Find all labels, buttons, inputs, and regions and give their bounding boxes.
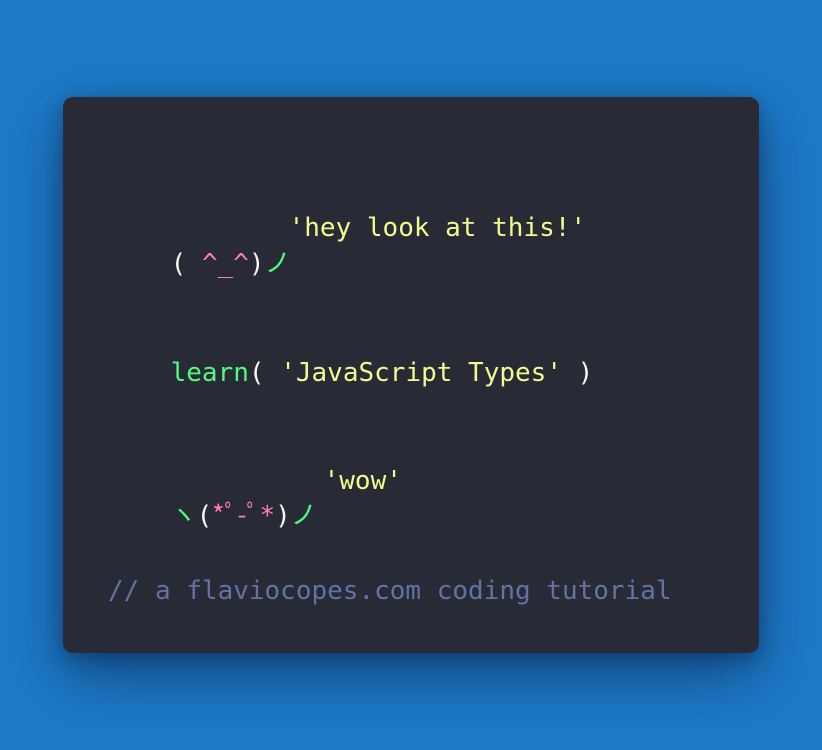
kaomoji-open-paren: ( (170, 249, 202, 279)
kaomoji-happy: ( ^_^)ノ (108, 213, 291, 315)
kaomoji-left-arm: ヽ (170, 501, 197, 531)
kaomoji-right-arm: ノ (290, 501, 317, 531)
kaomoji-excited: ヽ(*ﾟ-ﾟ*)ノ (108, 465, 317, 567)
function-name: learn (170, 358, 249, 388)
kaomoji-open-paren: ( (196, 501, 213, 531)
code-line-call: learn( 'JavaScript Types' ) (108, 322, 594, 424)
kaomoji-eyes: *ﾟ-ﾟ* (212, 501, 276, 531)
kaomoji-close-paren: ) (248, 249, 265, 279)
call-open-paren: ( (248, 358, 281, 388)
kaomoji-arm: ノ (264, 249, 291, 279)
kaomoji-close-paren: ) (275, 501, 291, 531)
code-card: 'hey look at this!' ( ^_^)ノ learn( 'Java… (63, 97, 759, 653)
kaomoji-eyes: ^_^ (201, 249, 249, 279)
call-close-paren: ) (561, 358, 594, 388)
call-argument-string: 'JavaScript Types' (280, 358, 562, 388)
code-comment: // a flaviocopes.com coding tutorial (108, 576, 672, 606)
